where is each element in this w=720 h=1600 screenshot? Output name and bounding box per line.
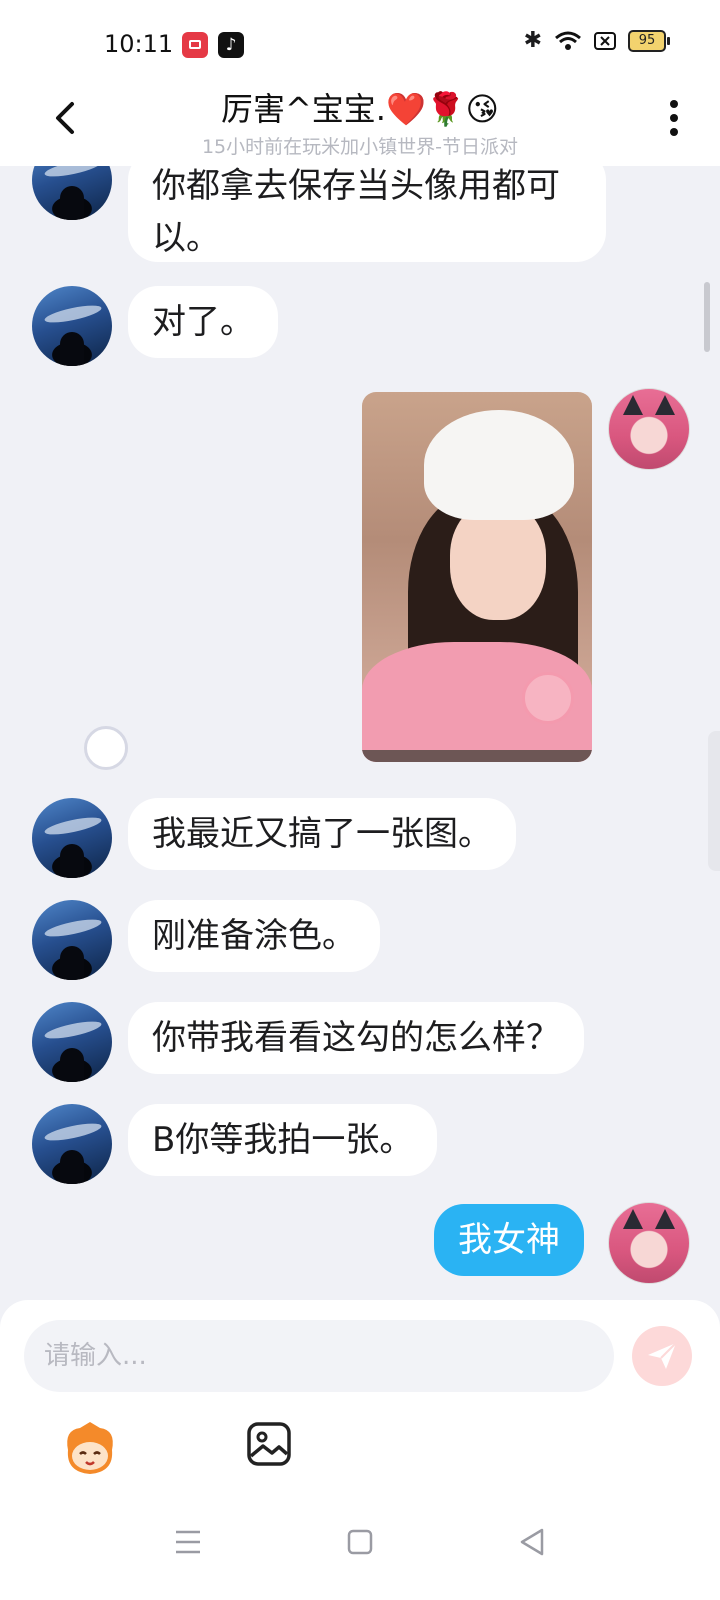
system-back-button[interactable]: [512, 1522, 552, 1562]
bluetooth-icon: ✱: [523, 28, 542, 53]
message-bubble[interactable]: 你都拿去保存当头像用都可 以。: [128, 166, 606, 262]
message-input[interactable]: [24, 1320, 614, 1392]
dot-icon: [670, 128, 678, 136]
contact-avatar[interactable]: [32, 166, 112, 220]
message-text: 以。: [152, 218, 220, 258]
my-avatar[interactable]: [608, 388, 690, 470]
message-bubble[interactable]: 刚准备涂色。: [128, 900, 380, 972]
system-navigation-bar: [0, 1500, 720, 1600]
scrollbar[interactable]: [704, 282, 710, 352]
loading-indicator-icon: [84, 726, 128, 770]
message-bubble[interactable]: 你带我看看这勾的怎么样？: [128, 1002, 584, 1074]
dot-icon: [670, 114, 678, 122]
message-text: 你都拿去保存当头像用都可: [152, 166, 560, 206]
sim-icon: [594, 31, 616, 51]
message-bubble[interactable]: 对了。: [128, 286, 278, 358]
contact-avatar[interactable]: [32, 900, 112, 980]
screen-record-icon: [182, 32, 208, 58]
image-message[interactable]: [362, 392, 592, 762]
send-icon: [648, 1342, 677, 1369]
wifi-icon: [554, 30, 582, 52]
message-list[interactable]: 你都拿去保存当头像用都可 以。 对了。 我最近又搞了一张图。 刚准备涂色。 你带…: [0, 166, 720, 1300]
my-message-bubble[interactable]: 我女神: [434, 1204, 584, 1276]
menu-icon: [176, 1530, 200, 1554]
chat-subtitle: 15小时前在玩米加小镇世界-节日派对: [201, 136, 519, 158]
battery-icon: 95: [628, 29, 670, 52]
sticker-button[interactable]: [60, 1420, 120, 1480]
image-icon: [247, 1422, 291, 1466]
more-options-button[interactable]: [668, 100, 680, 136]
contact-avatar[interactable]: [32, 1002, 112, 1082]
tiktok-icon: ♪: [218, 32, 244, 58]
my-avatar[interactable]: [608, 1202, 690, 1284]
message-bubble[interactable]: 我最近又搞了一张图。: [128, 798, 516, 870]
sticker-mascot-icon: [67, 1422, 113, 1474]
dot-icon: [670, 100, 678, 108]
status-bar: 10:11 ♪ ✱ 95: [0, 0, 720, 90]
chat-header: 厉害^宝宝.❤️🌹😘 15小时前在玩米加小镇世界-节日派对: [0, 90, 720, 166]
chat-title: 厉害^宝宝.❤️🌹😘: [220, 90, 500, 128]
home-button[interactable]: [340, 1522, 380, 1562]
send-button[interactable]: [632, 1326, 692, 1386]
triangle-back-icon: [520, 1528, 544, 1556]
status-time: 10:11: [104, 30, 174, 58]
contact-avatar[interactable]: [32, 1104, 112, 1184]
contact-avatar[interactable]: [32, 286, 112, 366]
edge-panel-handle[interactable]: [708, 731, 720, 871]
contact-avatar[interactable]: [32, 798, 112, 878]
image-picker-button[interactable]: [245, 1420, 305, 1480]
square-home-icon: [347, 1529, 373, 1555]
message-bubble[interactable]: B你等我拍一张。: [128, 1104, 438, 1176]
recent-apps-button[interactable]: [168, 1522, 208, 1562]
